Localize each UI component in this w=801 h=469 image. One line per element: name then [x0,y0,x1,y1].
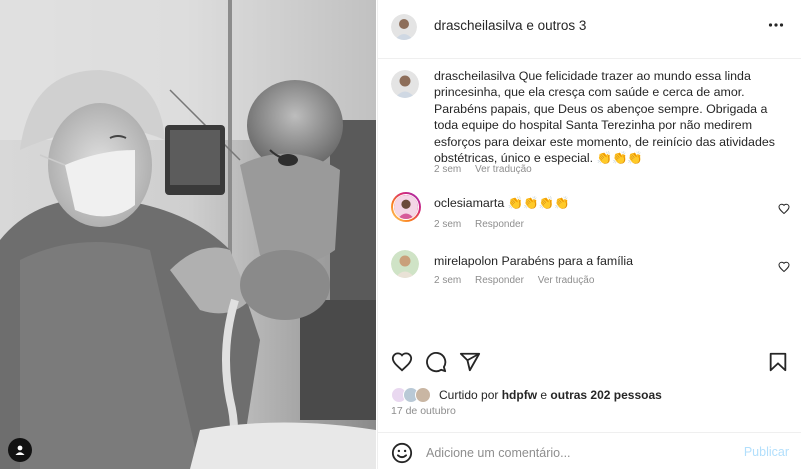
comment-input[interactable] [426,442,726,464]
author-username[interactable]: drascheilasilva [434,18,523,33]
bookmark-icon[interactable] [767,351,789,373]
commenter-username[interactable]: mirelapolon [434,254,498,268]
comment-like-heart-icon[interactable] [778,260,790,273]
post-date[interactable]: 17 de outubro [391,405,456,417]
commenter-username[interactable]: oclesiamarta [434,196,504,210]
comment-meta: 2 sem Responder [434,219,535,230]
tagged-users-icon[interactable] [8,438,32,462]
reply-link[interactable]: Responder [475,219,524,230]
commenter-avatar-story[interactable] [391,192,421,222]
comment-bubble-icon[interactable] [425,351,447,373]
liker-username[interactable]: hdpfw [502,388,537,402]
translate-link[interactable]: Ver tradução [538,275,595,286]
comment-text: 👏👏👏👏 [507,196,570,210]
comment-text: Parabéns para a família [501,254,634,268]
liker-avatar[interactable] [415,387,431,403]
caption-author-avatar[interactable] [391,70,419,98]
more-horizontal-icon[interactable] [768,17,784,33]
comment-time[interactable]: 2 sem [434,275,461,286]
commenter-avatar[interactable] [391,250,419,278]
likes-conjunction: e [540,388,548,402]
post-header: drascheilasilva e outros 3 [378,0,801,59]
author-avatar[interactable] [391,14,417,40]
likes-summary: Curtido por hdpfw e outras 202 pessoas [391,384,662,406]
post-authors: drascheilasilva e outros 3 [434,18,586,33]
comments-list[interactable]: drascheilasilva Que felicidade trazer ao… [378,60,801,345]
authors-conjunction: e [526,18,534,33]
caption-translate-link[interactable]: Ver tradução [475,164,532,175]
emoji-icon[interactable] [391,442,413,464]
comment-body: oclesiamarta 👏👏👏👏 [434,195,784,211]
likes-prefix: Curtido por [439,388,499,402]
comment-like-heart-icon[interactable] [778,202,790,215]
likes-text: Curtido por hdpfw e outras 202 pessoas [439,388,662,402]
post-comment-button[interactable]: Publicar [744,445,789,459]
other-authors-link[interactable]: outros 3 [538,18,587,33]
caption-meta: 2 sem Ver tradução [434,164,543,175]
like-heart-icon[interactable] [391,351,413,373]
share-send-icon[interactable] [459,351,481,373]
likes-others-link[interactable]: outras 202 pessoas [550,388,661,402]
caption-body: drascheilasilva Que felicidade trazer ao… [434,68,784,166]
reply-link[interactable]: Responder [475,275,524,286]
comment-body: mirelapolon Parabéns para a família [434,253,784,269]
comment-meta: 2 sem Responder Ver tradução [434,275,605,286]
add-comment-bar: Publicar [378,432,801,469]
comment-time[interactable]: 2 sem [434,219,461,230]
post-image [0,0,376,469]
post-photo[interactable] [0,0,376,469]
post-actions-bar [378,345,801,381]
caption-text: Que felicidade trazer ao mundo essa lind… [434,69,775,166]
caption-time[interactable]: 2 sem [434,164,461,175]
caption-username[interactable]: drascheilasilva [434,69,515,83]
post-details-panel: drascheilasilva e outros 3 drascheilasil… [377,0,801,469]
